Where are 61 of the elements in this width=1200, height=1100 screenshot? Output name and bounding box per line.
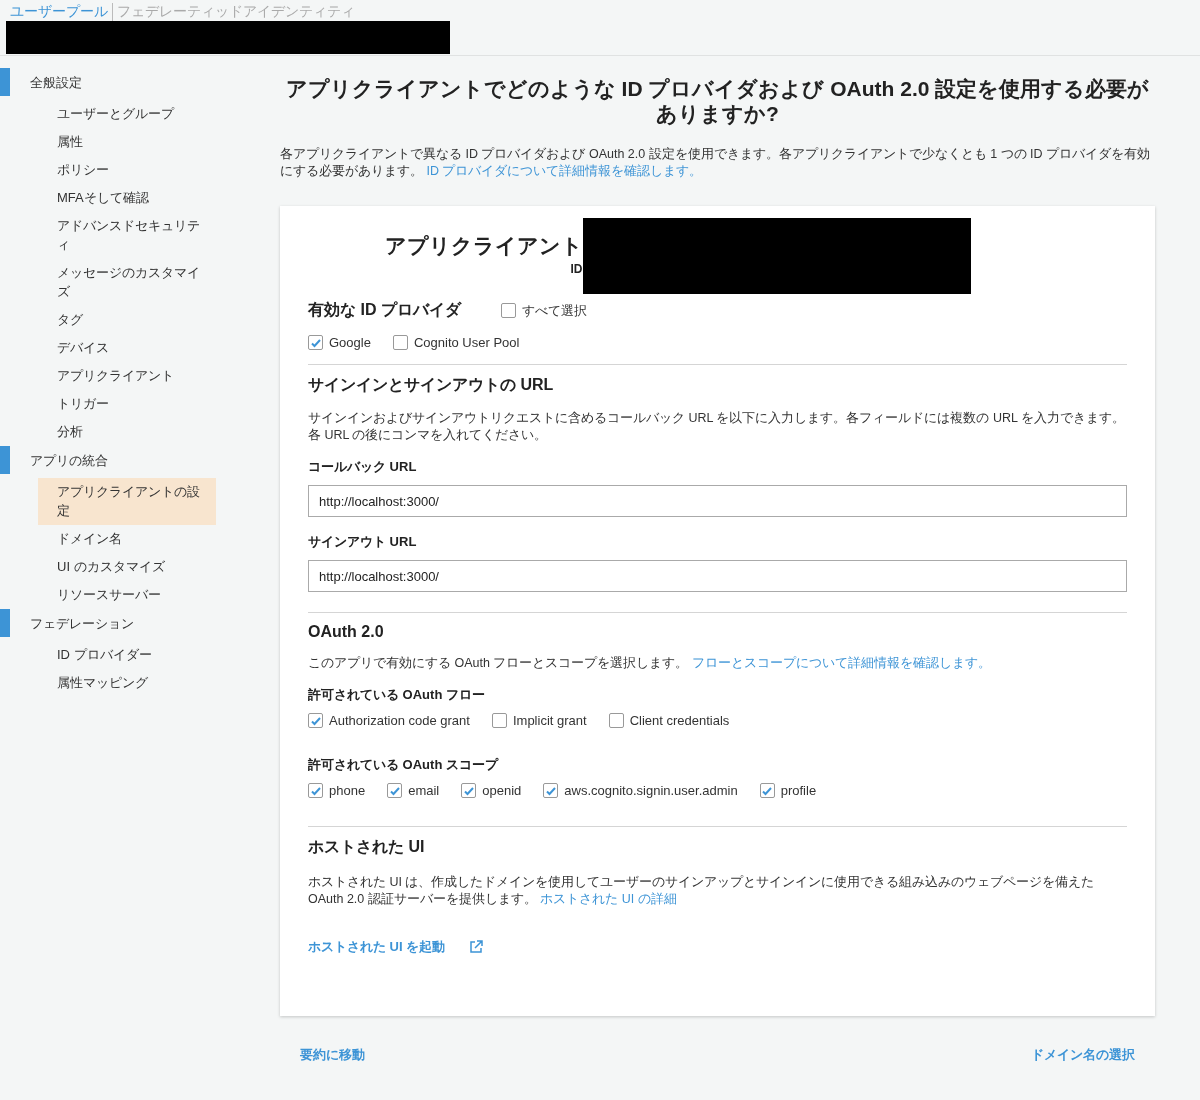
checkbox-option[interactable]: phone [308,783,366,798]
page-title: アプリクライアントでどのような ID プロバイダおよび OAuth 2.0 設定を使用する必要がありますか? [284,76,1151,126]
checkbox-option[interactable]: Implicit grant [491,713,587,728]
section-title: OAuth 2.0 [308,623,385,641]
checkbox[interactable] [387,783,403,798]
client-title: アプリクライアント [384,233,583,259]
section-title: サインインとサインアウトの URL [308,375,555,395]
group-title: 許可されている OAuth フロー [308,686,486,704]
sidebar-item[interactable]: アドバンスドセキュリティ [38,212,216,259]
sidebar-item[interactable]: 属性 [38,128,216,156]
sidebar-item[interactable]: 属性マッピング [38,669,216,697]
external-link-icon [469,940,484,954]
checkbox-option[interactable]: email [387,783,440,798]
sidebar-section[interactable]: アプリの統合 [0,446,240,476]
checkbox[interactable] [461,783,477,798]
checkbox-option[interactable]: profile [759,783,817,798]
checkbox-option[interactable]: Client credentials [608,713,730,728]
sidebar-item[interactable]: UI のカスタマイズ [38,553,216,581]
intro-text: 各アプリクライアントで異なる ID プロバイダおよび OAuth 2.0 設定を使用できます。各アプリクライアントで少なくとも 1 つの ID プロバイダを有効にする必要があります。 ID プロバイダについて詳細情報を確認します。 [280,146,1152,180]
url-input[interactable]: http://localhost:3000/ [308,560,1127,592]
field-label: サインアウト URL [308,533,418,551]
sidebar-item[interactable]: トリガー [38,390,216,418]
checkbox[interactable] [491,713,507,728]
sidebar-item[interactable]: MFAそして確認 [38,184,216,212]
sidebar-item[interactable]: アプリクライアント [38,362,216,390]
sidebar-section[interactable]: 全般設定 [0,68,240,98]
checkbox[interactable] [608,713,624,728]
sidebar-item[interactable]: ドメイン名 [38,525,216,553]
checkbox-option[interactable]: Google [308,335,371,350]
checkbox-option[interactable]: openid [461,783,522,798]
section-description: このアプリで有効にする OAuth フローとスコープを選択します。 フローとスコープについて詳細情報を確認します。 [308,655,992,672]
sidebar-item[interactable]: メッセージのカスタマイズ [38,259,216,306]
field-label: コールバック URL [308,458,418,476]
checkbox[interactable] [308,335,323,350]
checkbox-option[interactable]: すべて選択 [500,301,587,320]
section-description: ホストされた UI は、作成したドメインを使用してユーザーのサインアップとサインインに使用できる組み込みのウェブページを備えた OAuth 2.0 認証サーバーを提供します。 ホストされた UI の詳細 [308,874,1096,908]
sidebar-item[interactable]: アプリクライアントの設定 [38,478,216,525]
checkbox[interactable] [759,783,775,798]
checkbox[interactable] [543,783,559,798]
sidebar-item[interactable]: 分析 [38,418,216,446]
sidebar-section[interactable]: フェデレーション [0,609,240,639]
url-input[interactable]: http://localhost:3000/ [308,485,1127,517]
checkbox[interactable] [500,303,516,318]
checkbox-option[interactable]: Cognito User Pool [392,335,520,350]
checkbox[interactable] [392,335,408,350]
sidebar-item[interactable]: デバイス [38,334,216,362]
section-title: ホストされた UI [308,837,426,857]
sidebar-item[interactable]: ID プロバイダー [38,641,216,669]
learn-more-link[interactable]: フローとスコープについて詳細情報を確認します。 [691,656,991,670]
sidebar-item[interactable]: ユーザーとグループ [38,100,216,128]
group-title: 許可されている OAuth スコープ [308,756,500,774]
checkbox[interactable] [308,713,323,728]
checkbox-option[interactable]: Authorization code grant [308,713,470,728]
checkbox[interactable] [308,783,323,798]
section-description: サインインおよびサインアウトリクエストに含めるコールバック URL を以下に入力します。各フィールドには複数の URL を入力できます。各 URL の後にコンマを入れてください。 [308,410,1126,444]
sidebar-item[interactable]: タグ [38,306,216,334]
section-title: 有効な ID プロバイダ [308,300,461,321]
sidebar-item[interactable]: リソースサーバー [38,581,216,609]
sidebar-item[interactable]: ポリシー [38,156,216,184]
id-label: ID [570,262,583,276]
checkbox-option[interactable]: aws.cognito.signin.user.admin [543,783,738,798]
